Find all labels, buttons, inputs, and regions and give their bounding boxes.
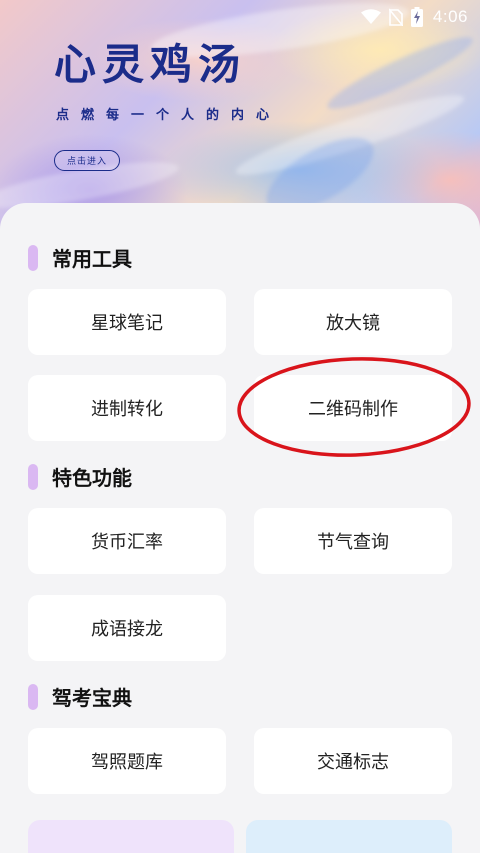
- section-title: 驾考宝典: [52, 686, 132, 710]
- tile-label: 进制转化: [91, 399, 163, 420]
- battery-charging-icon: [410, 7, 423, 27]
- hero-title: 心灵鸡汤: [54, 40, 247, 89]
- tile-label: 成语接龙: [91, 619, 163, 640]
- section-title: 特色功能: [52, 466, 132, 490]
- tile-label: 放大镜: [326, 313, 380, 334]
- section-header-driving-test: 驾考宝典: [28, 682, 132, 711]
- tile-label: 驾照题库: [91, 752, 163, 773]
- section-title: 常用工具: [52, 247, 132, 271]
- tool-tile-currency-rate[interactable]: 货币汇率: [28, 508, 226, 574]
- section-header-featured: 特色功能: [28, 462, 132, 491]
- section-header-common-tools: 常用工具: [28, 243, 132, 272]
- tool-tile-idiom-chain[interactable]: 成语接龙: [28, 595, 226, 661]
- no-sim-icon: [388, 8, 403, 26]
- tool-tile-license-question-bank[interactable]: 驾照题库: [28, 728, 226, 794]
- bottom-card-left[interactable]: [28, 820, 234, 853]
- status-bar: 4:06: [0, 0, 480, 34]
- tile-label: 星球笔记: [91, 313, 163, 334]
- wifi-icon: [360, 9, 381, 25]
- clock: 4:06: [432, 7, 468, 26]
- tool-tile-solar-terms[interactable]: 节气查询: [254, 508, 452, 574]
- bottom-card-right[interactable]: [246, 820, 452, 853]
- tile-label: 二维码制作: [308, 399, 398, 420]
- tool-tile-base-converter[interactable]: 进制转化: [28, 375, 226, 441]
- section-accent-bar: [28, 463, 38, 490]
- enter-button[interactable]: 点击进入: [54, 150, 120, 171]
- hero-subtitle: 点燃每一个人的内心: [56, 108, 282, 123]
- tool-tile-traffic-signs[interactable]: 交通标志: [254, 728, 452, 794]
- tile-label: 交通标志: [317, 752, 389, 773]
- tool-tile-qr-code-maker[interactable]: 二维码制作: [254, 375, 452, 441]
- section-accent-bar: [28, 244, 38, 271]
- tool-tile-planet-notes[interactable]: 星球笔记: [28, 289, 226, 355]
- tool-tile-magnifier[interactable]: 放大镜: [254, 289, 452, 355]
- tile-label: 货币汇率: [91, 532, 163, 553]
- section-accent-bar: [28, 683, 38, 710]
- tile-label: 节气查询: [317, 532, 389, 553]
